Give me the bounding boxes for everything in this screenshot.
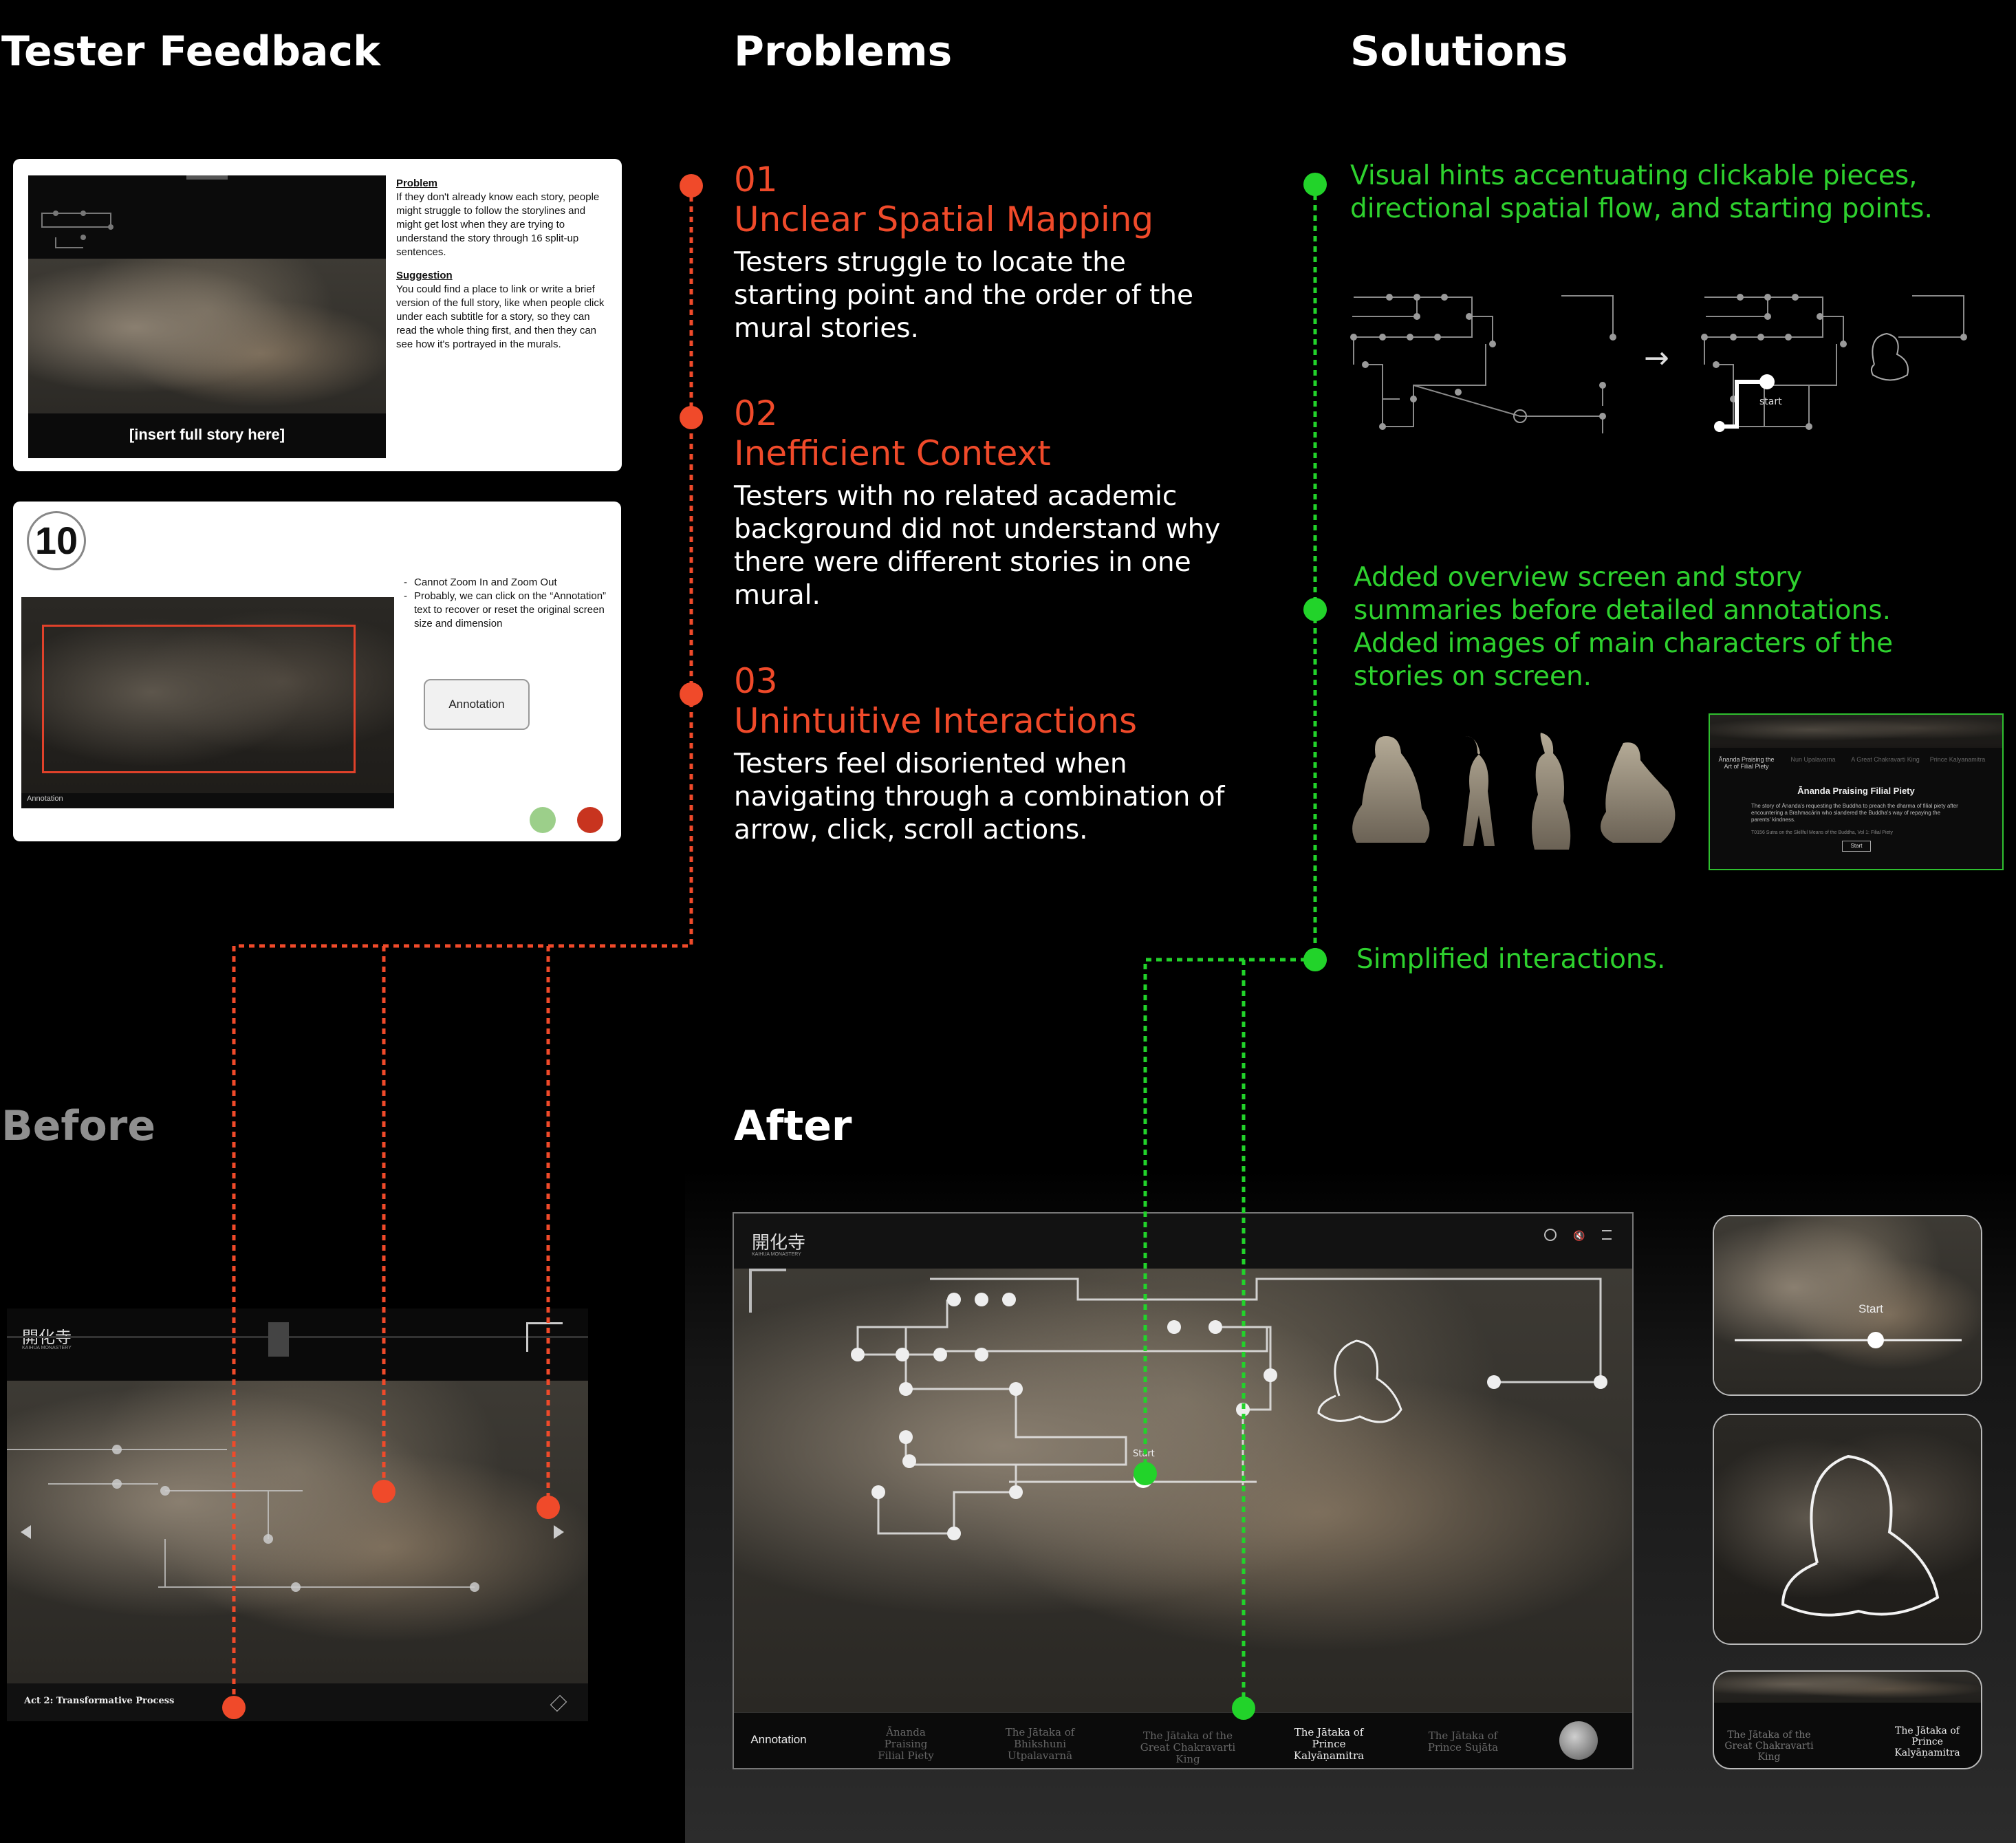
connector-overlay xyxy=(232,184,1317,1710)
before-marker-3 xyxy=(222,1696,246,1719)
solution-2-dot xyxy=(1303,598,1327,621)
problem-3-dot xyxy=(680,682,703,706)
after-marker-1 xyxy=(1134,1462,1157,1485)
before-marker-1 xyxy=(372,1480,395,1503)
green-connector-main xyxy=(1143,184,1317,1472)
before-marker-2 xyxy=(536,1496,560,1519)
problem-2-dot xyxy=(680,406,703,429)
solution-3-dot xyxy=(1303,948,1327,971)
problem-1-dot xyxy=(680,174,703,197)
red-connector-main xyxy=(232,186,693,1706)
solution-1-dot xyxy=(1303,173,1327,196)
after-marker-2 xyxy=(1232,1696,1255,1720)
